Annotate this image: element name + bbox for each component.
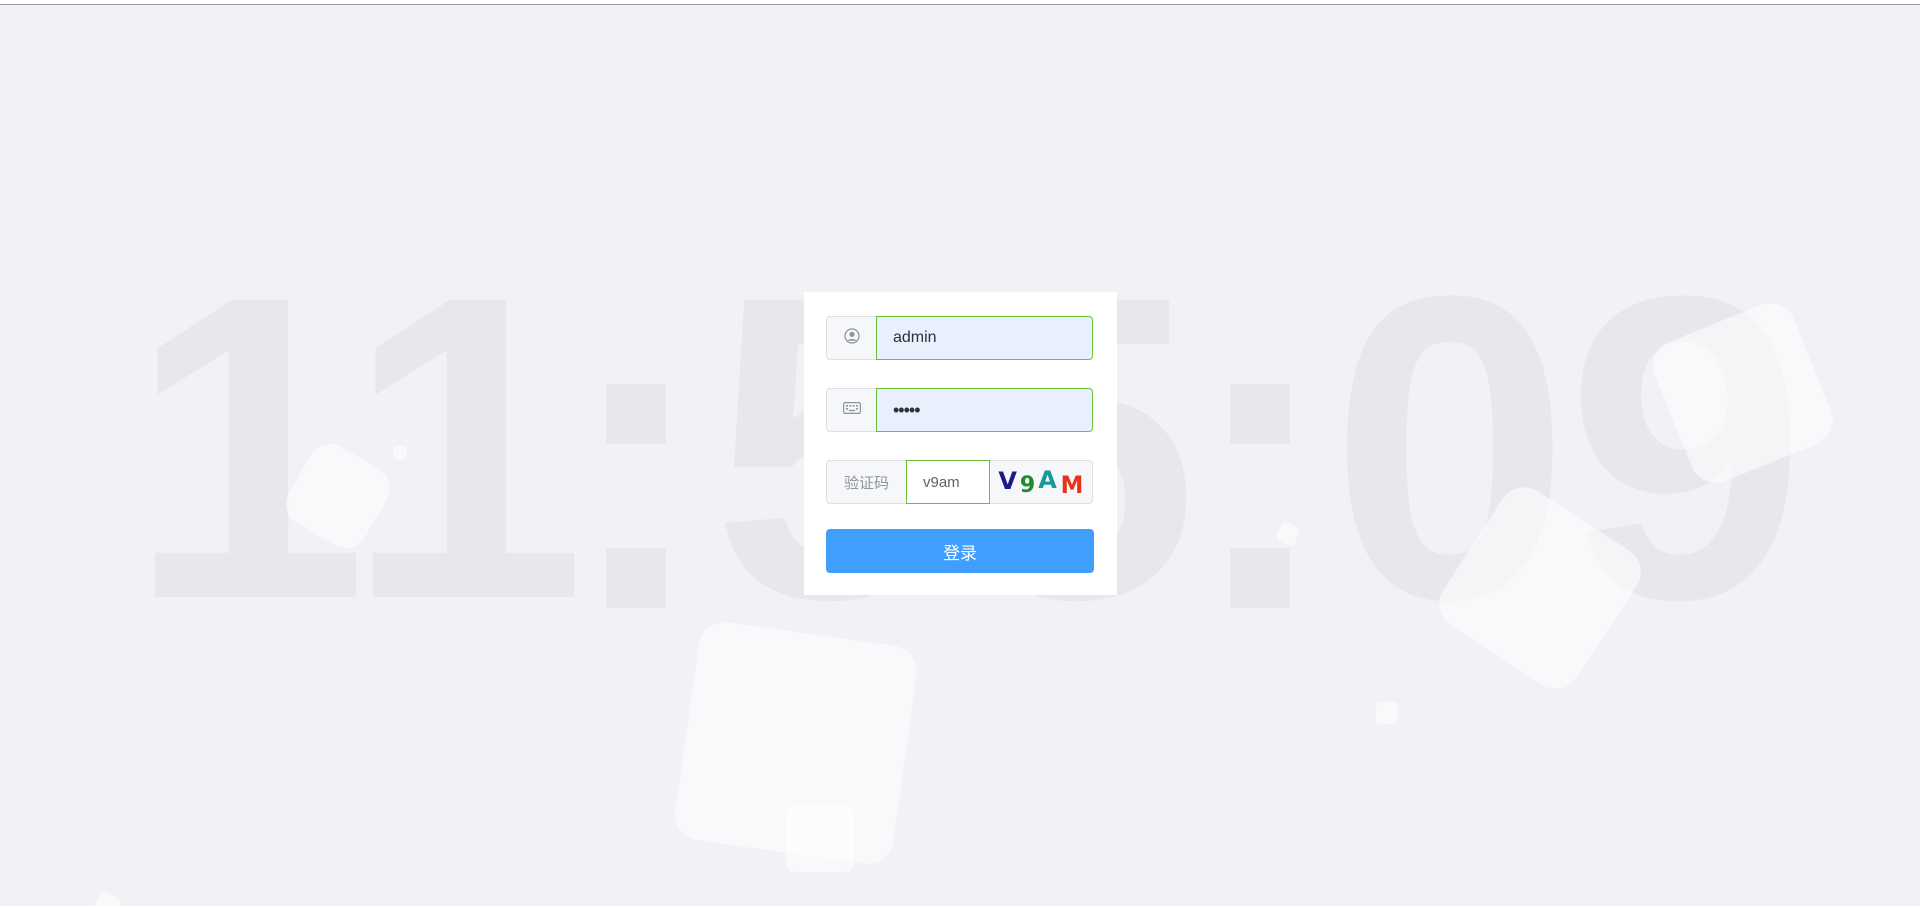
decorative-square [393, 446, 407, 460]
password-addon [826, 388, 876, 432]
captcha-input[interactable]: v9am [906, 460, 990, 504]
clock-colon-dot [1230, 548, 1290, 608]
clock-colon-dot [1230, 384, 1290, 444]
login-card: admin ••••• 验证码 v9am V 9 A M 登录 [804, 292, 1117, 595]
clock-colon-dot [606, 384, 666, 444]
clock-hour-ones: 1 [346, 206, 587, 689]
captcha-row: 验证码 v9am V 9 A M [826, 460, 1093, 504]
username-addon [826, 316, 876, 360]
password-row: ••••• [826, 388, 1093, 432]
top-border [0, 0, 1920, 5]
login-button[interactable]: 登录 [826, 529, 1094, 573]
clock-colon-dot [606, 548, 666, 608]
decorative-square [1376, 702, 1398, 724]
decorative-square [91, 889, 123, 907]
captcha-label: 验证码 [826, 460, 906, 504]
user-circle-icon [843, 327, 860, 349]
captcha-char: A [1038, 466, 1057, 494]
captcha-image[interactable]: V 9 A M [990, 460, 1093, 504]
username-row: admin [826, 316, 1093, 360]
password-input[interactable]: ••••• [876, 388, 1093, 432]
username-input[interactable]: admin [876, 316, 1093, 360]
keyboard-icon [842, 401, 861, 419]
captcha-char: M [1060, 471, 1084, 499]
decorative-square [786, 806, 854, 872]
decorative-square [1274, 520, 1302, 548]
captcha-char: V [998, 467, 1017, 495]
captcha-char: 9 [1019, 472, 1036, 498]
